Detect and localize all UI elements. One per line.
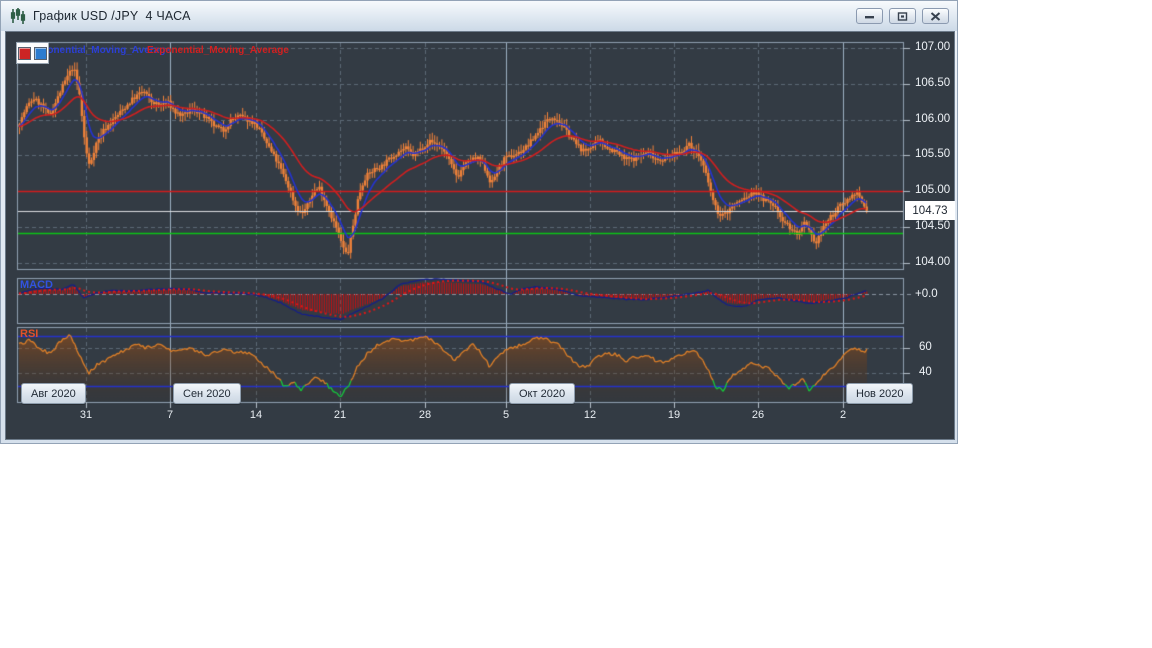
price-tick-label: 105.00 xyxy=(915,184,951,196)
date-tick-label: 5 xyxy=(502,409,510,421)
month-button[interactable]: Авг 2020 xyxy=(21,383,86,404)
chart-window: График USD /JPY 4 ЧАСА Exponential_Movin… xyxy=(0,0,959,445)
price-tick-label: 107.00 xyxy=(915,41,951,53)
legend-box[interactable] xyxy=(16,42,49,64)
legend-ma-slow-label: Exponential_Moving_Average xyxy=(147,45,289,56)
legend-red-swatch[interactable] xyxy=(18,46,31,60)
date-tick-label: 26 xyxy=(751,409,765,421)
macd-pane-label: MACD xyxy=(20,279,53,291)
date-tick-label: 14 xyxy=(249,409,263,421)
month-button[interactable]: Окт 2020 xyxy=(509,383,576,404)
price-chart-canvas[interactable] xyxy=(1,1,959,445)
price-tick-label: 106.50 xyxy=(915,77,951,89)
rsi-pane-label: RSI xyxy=(20,328,39,340)
macd-zero-label: +0.0 xyxy=(915,288,938,300)
current-price-box: 104.73 xyxy=(905,201,955,220)
date-tick-label: 28 xyxy=(418,409,432,421)
price-tick-label: 104.00 xyxy=(915,256,951,268)
date-tick-label: 12 xyxy=(583,409,597,421)
legend-blue-swatch[interactable] xyxy=(34,46,47,60)
price-tick-label: 105.50 xyxy=(915,148,951,160)
date-tick-label: 7 xyxy=(166,409,174,421)
rsi-tick-label: 60 xyxy=(919,341,932,353)
month-button[interactable]: Нов 2020 xyxy=(846,383,914,404)
date-tick-label: 31 xyxy=(79,409,93,421)
date-tick-label: 19 xyxy=(667,409,681,421)
date-tick-label: 21 xyxy=(333,409,347,421)
price-tick-label: 104.50 xyxy=(915,220,951,232)
date-tick-label: 2 xyxy=(839,409,847,421)
rsi-tick-label: 40 xyxy=(919,366,932,378)
price-tick-label: 106.00 xyxy=(915,113,951,125)
month-button[interactable]: Сен 2020 xyxy=(173,383,241,404)
